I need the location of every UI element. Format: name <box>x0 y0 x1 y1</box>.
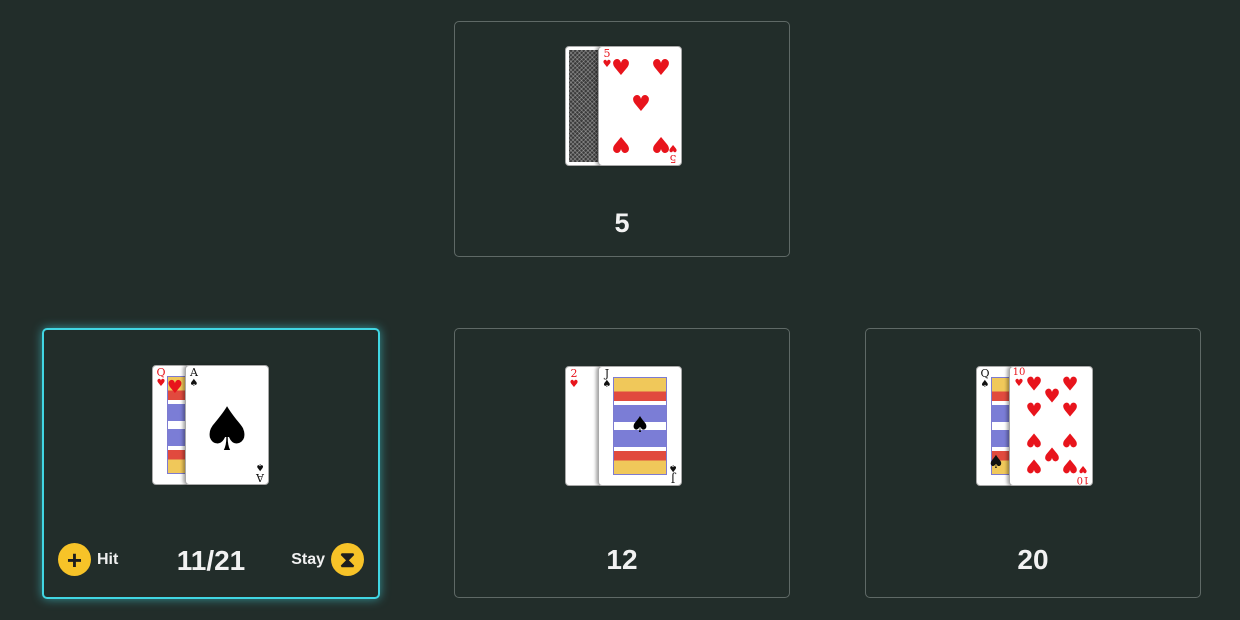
card-index-top: A ♠ <box>189 366 199 389</box>
card-index-bottom: 10 ♥ <box>1076 463 1090 485</box>
hand-3-cards: Q ♠ ♠ 10 ♥ ♥ ♥ ♥ ♥ ♥ ♥ ♥ ♥ ♥ ♥ 10 ♥ <box>976 366 1096 486</box>
player-hand-3: Q ♠ ♠ 10 ♥ ♥ ♥ ♥ ♥ ♥ ♥ ♥ ♥ ♥ ♥ 10 ♥ 20 <box>865 328 1201 598</box>
heart-pip: ♥ <box>631 92 651 117</box>
heart-pip: ♥ <box>611 131 631 156</box>
hand-2-total: 12 <box>606 544 638 575</box>
heart-pip: ♥ <box>1061 373 1079 396</box>
heart-pip: ♥ <box>1025 399 1043 422</box>
spade-pip: ♠ <box>630 413 650 438</box>
heart-pip: ♥ <box>611 56 631 81</box>
hand-2-cards: 2 ♥ J ♠ ♠ J ♠ <box>565 366 685 486</box>
heart-pip: ♥ <box>1025 428 1043 451</box>
card-index-top: 2 ♥ <box>569 367 579 390</box>
stay-button[interactable]: Stay ⧗ <box>291 543 364 576</box>
player-hand-2: 2 ♥ J ♠ ♠ J ♠ 12 <box>454 328 790 598</box>
ace-spade-emblem: ♠ <box>200 394 254 465</box>
card-index-top: Q ♥ <box>156 366 166 389</box>
card-10-hearts: 10 ♥ ♥ ♥ ♥ ♥ ♥ ♥ ♥ ♥ ♥ ♥ 10 ♥ <box>1009 366 1093 486</box>
heart-pip: ♥ <box>1043 442 1061 465</box>
card-index-bottom: 5 ♥ <box>668 142 678 165</box>
card-index-top: J ♠ <box>602 367 612 390</box>
spade-pip: ♠ <box>987 452 1005 473</box>
heart-pip: ♥ <box>1043 385 1061 408</box>
heart-pip: ♥ <box>1061 399 1079 422</box>
dealer-card-5-hearts: 5 ♥ ♥ ♥ ♥ ♥ ♥ 5 ♥ <box>598 46 682 166</box>
heart-pip: ♥ <box>1061 428 1079 451</box>
player-hand-1: Q ♥ ♥ A ♠ ♠ A ♠ + Hit 11/21 Stay ⧗ <box>42 328 380 599</box>
heart-pip: ♥ <box>651 56 671 81</box>
card-index-bottom: A ♠ <box>255 461 265 484</box>
dealer-cards: 5 ♥ ♥ ♥ ♥ ♥ ♥ 5 ♥ <box>565 46 685 166</box>
heart-pip: ♥ <box>1025 454 1043 477</box>
heart-pip: ♥ <box>166 377 184 398</box>
card-index-top: Q ♠ <box>980 367 990 390</box>
stay-label: Stay <box>291 550 325 568</box>
hand-1-cards: Q ♥ ♥ A ♠ ♠ A ♠ <box>152 365 272 485</box>
card-index-bottom: J ♠ <box>668 462 678 485</box>
heart-pip: ♥ <box>1025 373 1043 396</box>
hourglass-icon: ⧗ <box>331 543 364 576</box>
card-ace-spades: A ♠ ♠ A ♠ <box>185 365 269 485</box>
card-jack-spades: J ♠ ♠ J ♠ <box>598 366 682 486</box>
dealer-total: 5 <box>614 208 630 238</box>
card-index-top: 10 ♥ <box>1012 367 1026 389</box>
hand-3-total: 20 <box>1017 544 1049 575</box>
jack-face-art: ♠ <box>613 377 667 475</box>
dealer-panel: 5 ♥ ♥ ♥ ♥ ♥ ♥ 5 ♥ 5 <box>454 21 790 257</box>
